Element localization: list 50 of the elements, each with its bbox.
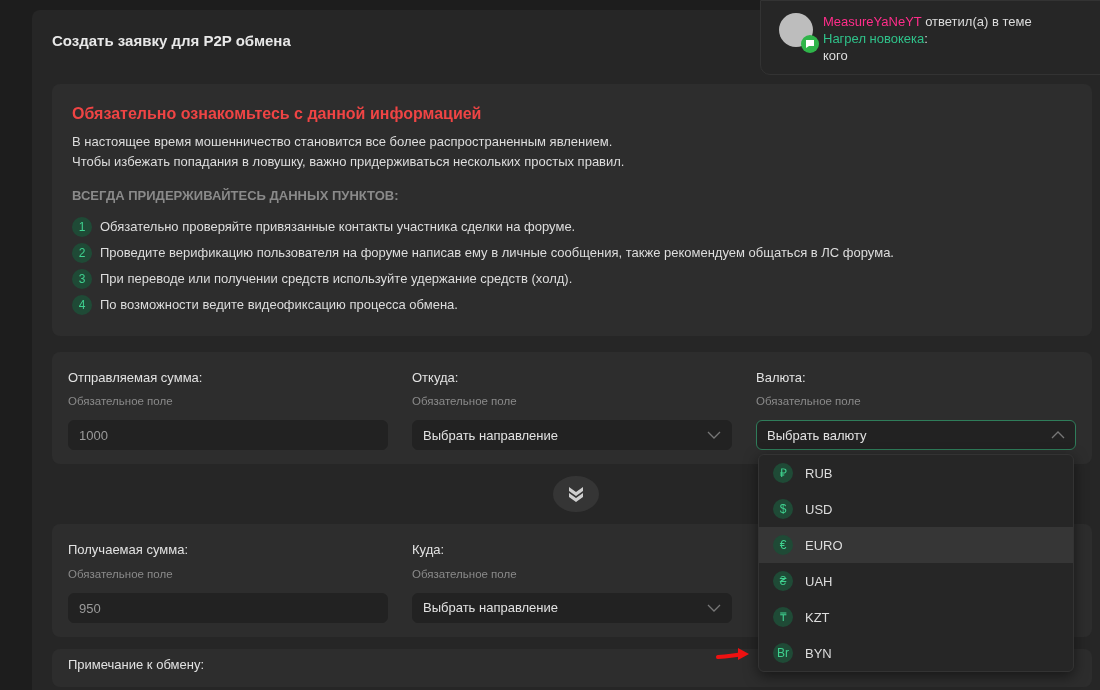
info-text: Чтобы избежать попадания в ловушку, важно придерживаться нескольких простых правил. — [72, 153, 626, 171]
dropdown-select[interactable]: Выбрать валюту — [756, 420, 1076, 451]
chevron-down-icon — [707, 604, 721, 612]
dropdown-select[interactable]: Выбрать направление — [412, 593, 732, 623]
currency-option[interactable]: € EURO — [759, 527, 1073, 564]
chevron-down-icon — [707, 431, 721, 440]
currency-option[interactable]: ₽ RUB — [759, 455, 1073, 492]
currency-symbol: ₴ — [773, 571, 793, 592]
field-label: Куда: — [412, 541, 446, 560]
required-hint: Обязательное поле — [68, 394, 174, 409]
currency-option[interactable]: Br BYN — [759, 635, 1073, 672]
notification-popup[interactable]: MeasureYaNeYT ответил(а) в теме Нагрел новокека: кого — [760, 0, 1100, 75]
rule-number: 2 — [72, 242, 92, 263]
arrow-drawing — [716, 645, 750, 663]
required-hint: Обязательное поле — [756, 394, 862, 409]
info-text: В настоящее время мошенничество становится все более распространенным явлением. — [72, 133, 614, 151]
currency-option[interactable]: ₸ KZT — [759, 599, 1073, 636]
double-chevron-icon — [566, 484, 586, 505]
rule-text: По возможности ведите видеофиксацию процесса обмена. — [100, 295, 458, 314]
currency-option[interactable]: ₴ UAH — [759, 563, 1073, 600]
currency-symbol: € — [773, 535, 793, 556]
currency-option[interactable]: $ USD — [759, 491, 1073, 528]
rule-number: 1 — [72, 216, 92, 237]
chat-badge-icon — [801, 35, 819, 53]
swap-button[interactable] — [553, 476, 599, 513]
rule-number: 3 — [72, 268, 92, 289]
currency-symbol: Br — [773, 643, 793, 664]
rule-text: Проведите верификацию пользователя на форуме написав ему в личные сообщения, также рекомендуем общаться в ЛС форума. — [100, 243, 894, 262]
currency-symbol: ₸ — [773, 607, 793, 628]
dropdown-select[interactable]: Выбрать направление — [412, 420, 732, 451]
rule-text: При переводе или получении средств используйте удержание средств (холд). — [100, 269, 573, 288]
currency-symbol: ₽ — [773, 463, 793, 484]
notification-text: MeasureYaNeYT ответил(а) в теме Нагрел новокека: кого — [823, 13, 1032, 62]
rules-heading: ВСЕГДА ПРИДЕРЖИВАЙТЕСЬ ДАННЫХ ПУНКТОВ: — [72, 187, 400, 205]
warning-heading: Обязательно ознакомьтесь с данной информацией — [72, 104, 483, 124]
amount-field[interactable]: 950 — [68, 593, 388, 623]
required-hint: Обязательное поле — [68, 566, 174, 582]
field-label: Примечание к обмену: — [68, 656, 204, 674]
required-hint: Обязательное поле — [412, 566, 518, 582]
field-label: Получаемая сумма: — [68, 541, 189, 560]
currency-symbol: $ — [773, 499, 793, 520]
chevron-up-icon — [1051, 431, 1065, 440]
rule-text: Обязательно проверяйте привязанные контакты участника сделки на форуме. — [100, 217, 576, 236]
field-label: Отправляемая сумма: — [68, 368, 204, 387]
field-label: Откуда: — [412, 368, 460, 387]
page-title: Создать заявку для P2P обмена — [52, 31, 291, 51]
amount-field[interactable]: 1000 — [68, 420, 388, 451]
required-hint: Обязательное поле — [412, 394, 518, 409]
rule-number: 4 — [72, 294, 92, 315]
field-label: Валюта: — [756, 368, 807, 387]
